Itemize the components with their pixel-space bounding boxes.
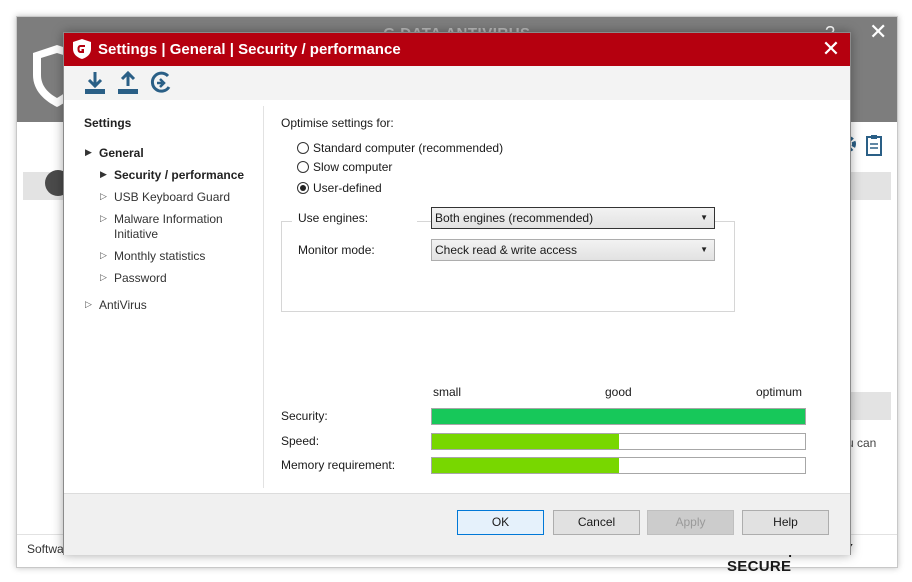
collapsed-arrow-icon[interactable]: ▷ — [85, 299, 92, 310]
dialog-body: Settings ▶ General ▶ Security / performa… — [64, 100, 850, 493]
divider — [263, 106, 264, 488]
apply-button[interactable]: Apply — [647, 510, 734, 535]
close-icon[interactable]: ✕ — [869, 21, 887, 43]
speed-bar-fill — [432, 434, 619, 449]
scale-optimum-label: optimum — [756, 385, 803, 399]
security-bar-fill — [432, 409, 805, 424]
import-settings-icon[interactable] — [82, 70, 108, 96]
expanded-arrow-icon[interactable]: ▶ — [85, 147, 92, 158]
chevron-down-icon: ▼ — [700, 213, 708, 222]
dialog-toolbar — [64, 66, 850, 100]
settings-dialog: Settings | General | Security / performa… — [63, 32, 851, 555]
reset-settings-icon[interactable] — [148, 70, 174, 96]
security-label: Security: — [281, 409, 328, 423]
speed-label: Speed: — [281, 434, 320, 448]
nav-item-general[interactable]: General — [99, 146, 144, 160]
radio-label-user-defined[interactable]: User-defined — [313, 181, 382, 195]
close-dialog-icon[interactable]: ✕ — [818, 36, 844, 62]
optimise-heading: Optimise settings for: — [281, 116, 394, 130]
dialog-titlebar: Settings | General | Security / performa… — [64, 33, 850, 66]
arrow-icon: ▷ — [100, 213, 107, 223]
monitor-mode-dropdown[interactable]: Check read & write access ▼ — [431, 239, 715, 261]
nav-item-usb-keyboard-guard[interactable]: USB Keyboard Guard — [114, 190, 230, 204]
nav-item-monthly-statistics[interactable]: Monthly statistics — [114, 249, 205, 263]
user-defined-group — [281, 221, 735, 312]
nav-item-password[interactable]: Password — [114, 271, 167, 285]
dialog-footer: OK Cancel Apply Help — [64, 493, 850, 555]
memory-requirement-bar — [431, 457, 806, 474]
speed-bar — [431, 433, 806, 450]
radio-standard-computer[interactable] — [297, 142, 309, 154]
radio-slow-computer[interactable] — [297, 161, 309, 173]
nav-item-malware-information-cont[interactable]: Initiative — [114, 227, 158, 241]
arrow-icon: ▷ — [100, 191, 107, 201]
clipboard-icon[interactable] — [865, 134, 883, 156]
nav-item-security-performance[interactable]: Security / performance — [114, 168, 244, 182]
radio-user-defined[interactable] — [297, 182, 309, 194]
help-button[interactable]: Help — [742, 510, 829, 535]
arrow-icon: ▷ — [100, 272, 107, 282]
arrow-icon: ▶ — [100, 169, 107, 179]
nav-item-antivirus[interactable]: AntiVirus — [99, 298, 147, 312]
radio-label-standard[interactable]: Standard computer (recommended) — [313, 141, 503, 155]
engines-value: Both engines (recommended) — [435, 211, 594, 225]
cancel-button[interactable]: Cancel — [553, 510, 640, 535]
monitor-mode-value: Check read & write access — [435, 243, 578, 257]
monitor-mode-label: Monitor mode: — [298, 243, 375, 257]
status-strip — [849, 392, 891, 420]
export-settings-icon[interactable] — [115, 70, 141, 96]
ok-button[interactable]: OK — [457, 510, 544, 535]
radio-label-slow[interactable]: Slow computer — [313, 160, 392, 174]
chevron-down-icon: ▼ — [700, 245, 708, 254]
engines-dropdown[interactable]: Both engines (recommended) ▼ — [431, 207, 715, 229]
scale-small-label: small — [433, 385, 462, 399]
engines-label: Use engines: — [298, 211, 369, 225]
nav-item-malware-information[interactable]: Malware Information — [114, 212, 223, 226]
memory-requirement-bar-fill — [432, 458, 619, 473]
partial-text: u can — [847, 436, 877, 450]
nav-header: Settings — [84, 116, 132, 130]
security-bar — [431, 408, 806, 425]
memory-requirement-label: Memory requirement: — [281, 458, 396, 472]
scale-good-label: good — [605, 385, 632, 399]
gdata-logo-icon — [73, 39, 91, 59]
arrow-icon: ▷ — [100, 250, 107, 260]
dialog-title: Settings | General | Security / performa… — [98, 41, 401, 58]
